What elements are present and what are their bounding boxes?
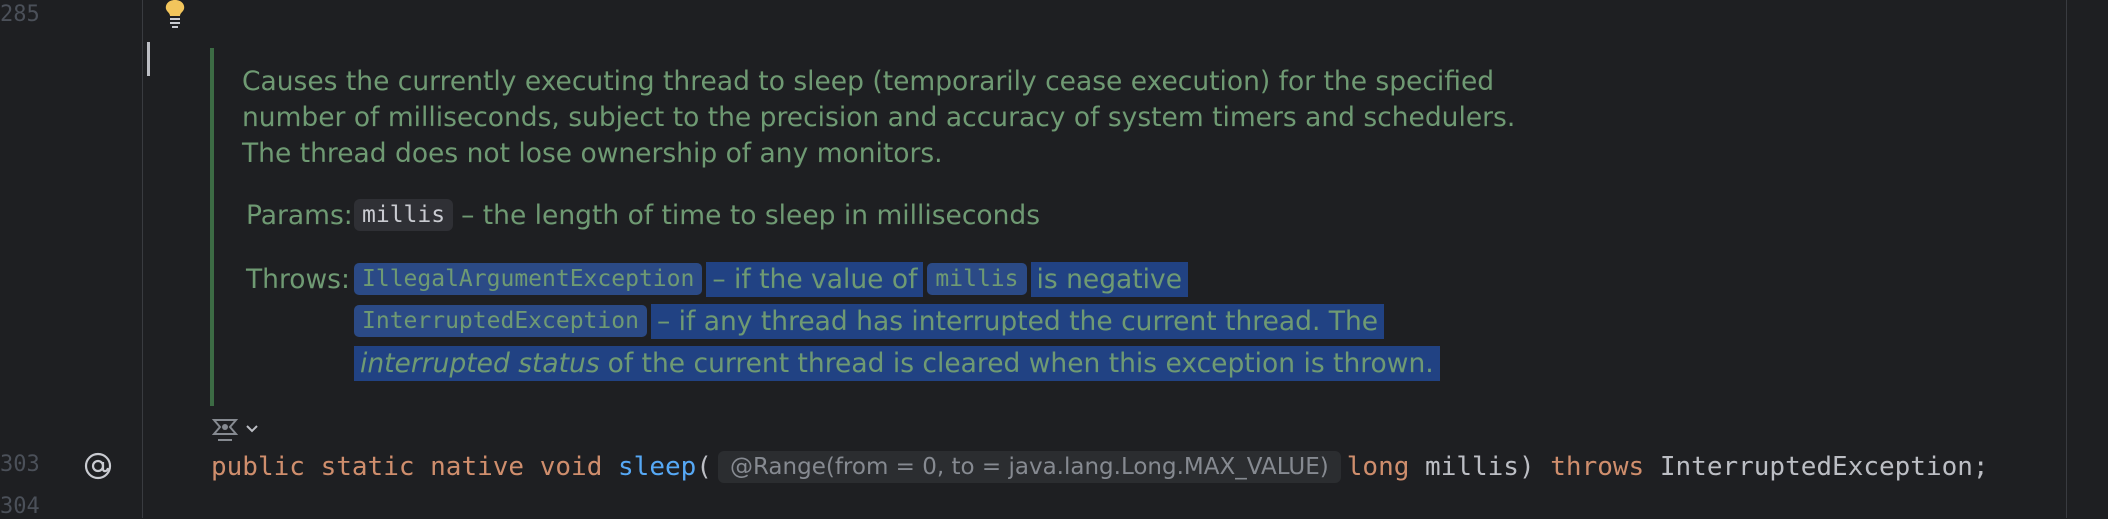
parameter: millis)	[1409, 452, 1535, 482]
params-label: Params:	[246, 200, 353, 231]
param-desc: – the length of time to sleep in millise…	[461, 199, 1041, 231]
keyword-native: native	[430, 452, 525, 482]
method-name[interactable]: sleep	[618, 452, 696, 482]
gutter-divider	[142, 0, 143, 518]
override-at-icon[interactable]	[83, 451, 113, 481]
throws-row: InterruptedException – if any thread has…	[354, 302, 1385, 340]
keyword-static: static	[320, 452, 415, 482]
doc-line: The thread does not lose ownership of an…	[242, 138, 943, 169]
line-number: 304	[0, 494, 40, 519]
inline-code: millis	[927, 263, 1027, 295]
italic-term: interrupted status	[354, 345, 600, 381]
lightbulb-icon[interactable]	[162, 0, 188, 32]
paren-open: (	[696, 452, 712, 482]
throws-row-continued: interrupted status of the current thread…	[354, 344, 1440, 382]
throws-desc: – if any thread has interrupted the curr…	[650, 303, 1385, 339]
keyword-public: public	[211, 452, 305, 482]
keyword-throws: throws	[1550, 452, 1645, 482]
doc-line: number of milliseconds, subject to the p…	[242, 102, 1516, 133]
doc-description: Causes the currently executing thread to…	[242, 64, 1516, 172]
exception-name[interactable]: IllegalArgumentException	[354, 263, 703, 295]
range-annotation-hint[interactable]: @Range(from = 0, to = java.lang.Long.MAX…	[717, 451, 1341, 483]
param-name: millis	[354, 199, 454, 231]
exception-name[interactable]: InterruptedException	[354, 305, 647, 337]
render-doc-icon	[211, 419, 239, 441]
keyword-long: long	[1346, 452, 1410, 482]
keyword-void: void	[539, 452, 603, 482]
line-number: 285	[0, 2, 40, 27]
toggle-rendered-view[interactable]	[210, 414, 260, 444]
throws-row: IllegalArgumentException – if the value …	[354, 260, 1188, 298]
text-caret	[147, 42, 150, 76]
exception-type[interactable]: InterruptedException;	[1644, 452, 1989, 482]
throws-desc: is negative	[1030, 261, 1188, 297]
code-line-sleep-declaration[interactable]: public static native void sleep( @Range(…	[211, 448, 1989, 486]
line-number: 303	[0, 452, 40, 477]
param-row: millis – the length of time to sleep in …	[354, 196, 1040, 234]
throws-desc: – if the value of	[706, 261, 924, 297]
throws-desc: of the current thread is cleared when th…	[599, 345, 1440, 381]
chevron-down-icon	[246, 425, 258, 433]
throws-label: Throws:	[246, 264, 350, 295]
rendered-javadoc: Causes the currently executing thread to…	[210, 48, 1594, 406]
right-margin-guide	[2066, 0, 2067, 518]
doc-line: Causes the currently executing thread to…	[242, 66, 1495, 97]
